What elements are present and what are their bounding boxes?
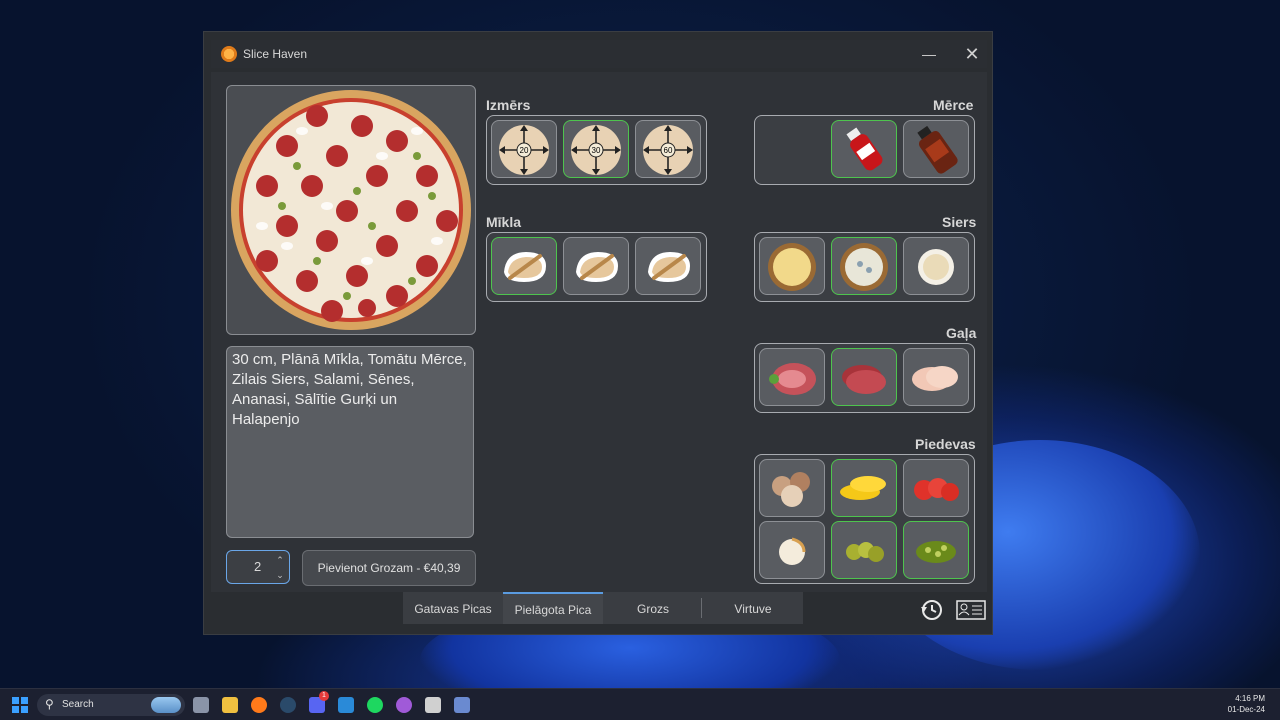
toppings-options <box>754 454 975 584</box>
custom-pizza-panel: 30 cm, Plānā Mīkla, Tomātu Mērce, Zilais… <box>211 72 987 592</box>
dough-label: Mīkla <box>486 214 522 230</box>
meat-label: Gaļa <box>946 325 977 341</box>
size-60-option[interactable]: 60 <box>635 120 701 178</box>
dough-medium-option[interactable] <box>563 237 629 295</box>
dough-thick-option[interactable] <box>635 237 701 295</box>
quantity-stepper[interactable]: 2 ⌃ ⌄ <box>226 550 290 584</box>
meat-chicken-option[interactable] <box>903 348 969 406</box>
system-clock[interactable]: 4:16 PM 01-Dec-24 <box>1228 693 1265 715</box>
notification-badge: 1 <box>319 691 329 701</box>
tab-custom-pizza[interactable]: Pielāgota Pica <box>503 592 603 624</box>
topping-tomatoes-option[interactable] <box>903 459 969 517</box>
cheese-mozzarella-option[interactable] <box>759 237 825 295</box>
topping-onion-option[interactable] <box>759 521 825 579</box>
file-explorer-icon[interactable] <box>222 697 238 713</box>
pizza-app-icon <box>221 46 237 62</box>
search-placeholder: Search <box>62 699 94 710</box>
search-icon: ⚲ <box>45 697 54 711</box>
clock-time: 4:16 PM <box>1235 694 1265 703</box>
dough-thin-option[interactable] <box>491 237 557 295</box>
taskbar: ⚲ Search 1 4:16 PM 01-Dec-24 <box>0 688 1280 720</box>
topping-jalapeno-option[interactable] <box>903 521 969 579</box>
size-60-text: 60 <box>664 146 673 155</box>
chevron-down-icon[interactable]: ⌄ <box>273 568 287 582</box>
order-description[interactable]: 30 cm, Plānā Mīkla, Tomātu Mērce, Zilais… <box>226 346 474 538</box>
dough-options <box>486 232 707 302</box>
sauce-options <box>754 115 975 185</box>
title-bar[interactable]: Slice Haven — ✕ <box>211 40 987 68</box>
filezilla-icon[interactable] <box>425 697 441 713</box>
size-options: 20 30 60 <box>486 115 707 185</box>
window-title: Slice Haven <box>243 47 308 61</box>
navigation-tabs: Gatavas Picas Pielāgota Pica Grozs Virtu… <box>403 592 803 624</box>
tab-ready-pizzas[interactable]: Gatavas Picas <box>403 592 503 624</box>
meat-salami-option[interactable] <box>831 348 897 406</box>
user-list-icon[interactable] <box>956 600 986 625</box>
close-button[interactable]: ✕ <box>961 44 983 64</box>
tab-kitchen[interactable]: Virtuve <box>703 592 803 624</box>
weather-widget-icon[interactable] <box>151 697 181 713</box>
clock-date: 01-Dec-24 <box>1227 705 1265 714</box>
cheese-blue-option[interactable] <box>831 237 897 295</box>
quantity-value[interactable]: 2 <box>254 559 261 574</box>
minimize-button[interactable]: — <box>918 44 940 64</box>
cheese-parmesan-option[interactable] <box>903 237 969 295</box>
sauce-label: Mērce <box>933 97 974 113</box>
steam-icon[interactable] <box>280 697 296 713</box>
taskbar-search[interactable]: ⚲ Search <box>37 694 185 716</box>
discord-icon[interactable]: 1 <box>309 691 329 713</box>
add-to-cart-button[interactable]: Pievienot Grozam - €40,39 <box>302 550 476 586</box>
task-view-icon[interactable] <box>193 697 209 713</box>
meat-ham-option[interactable] <box>759 348 825 406</box>
chevron-up-icon[interactable]: ⌃ <box>273 553 287 567</box>
spotify-icon[interactable] <box>367 697 383 713</box>
meat-options <box>754 343 975 413</box>
windows-start-icon[interactable] <box>12 697 28 713</box>
size-30-option[interactable]: 30 <box>563 120 629 178</box>
size-20-option[interactable]: 20 <box>491 120 557 178</box>
firefox-icon[interactable] <box>251 697 267 713</box>
app-icon[interactable] <box>396 697 412 713</box>
size-20-text: 20 <box>520 146 529 155</box>
history-icon[interactable] <box>920 598 944 627</box>
cheese-options <box>754 232 975 302</box>
vscode-icon[interactable] <box>338 697 354 713</box>
window-app-icon[interactable] <box>454 697 470 713</box>
size-label: Izmērs <box>486 97 531 113</box>
size-30-text: 30 <box>592 146 601 155</box>
topping-pickles-option[interactable] <box>831 521 897 579</box>
toppings-label: Piedevas <box>915 436 976 452</box>
app-window: Slice Haven — ✕ 30 cm, Plānā Mīkla, Tomā… <box>203 31 993 635</box>
cheese-label: Siers <box>942 214 977 230</box>
tab-cart[interactable]: Grozs <box>603 592 703 624</box>
tab-separator <box>701 598 702 618</box>
pizza-preview <box>226 85 476 335</box>
topping-pineapple-option[interactable] <box>831 459 897 517</box>
sauce-bbq-option[interactable] <box>903 120 969 178</box>
topping-mushrooms-option[interactable] <box>759 459 825 517</box>
sauce-tomato-option[interactable] <box>831 120 897 178</box>
pizza-image <box>231 90 471 330</box>
